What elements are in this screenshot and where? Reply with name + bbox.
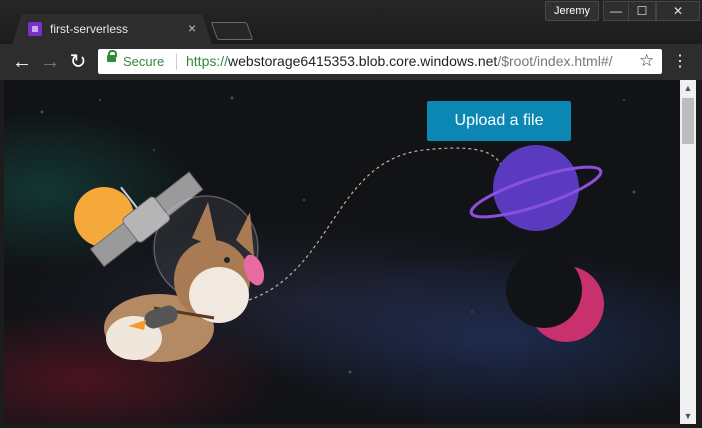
tab-title: first-serverless — [50, 22, 129, 36]
address-bar[interactable]: Secure https://webstorage6415353.blob.co… — [98, 49, 662, 74]
space-illustration — [40, 96, 636, 374]
browser-toolbar: ← → ↻ Secure https://webstorage6415353.b… — [0, 44, 702, 80]
window-frame-right — [696, 80, 702, 424]
orbit-path — [248, 147, 505, 301]
page-viewport: Upload a file — [4, 80, 680, 424]
minimize-button[interactable]: — — [603, 1, 629, 21]
profile-button[interactable]: Jeremy — [545, 1, 599, 21]
serverless-favicon-icon — [28, 22, 42, 36]
new-tab-button[interactable] — [210, 22, 254, 40]
url-path: /$root/index.html#/ — [497, 53, 613, 69]
secure-label[interactable]: Secure — [123, 54, 164, 69]
window-frame-bottom — [0, 424, 702, 428]
scroll-down-arrow-icon[interactable]: ▼ — [680, 408, 696, 424]
close-window-button[interactable]: ✕ — [656, 1, 700, 21]
scroll-up-arrow-icon[interactable]: ▲ — [680, 80, 696, 96]
url-text[interactable]: https://webstorage6415353.blob.core.wind… — [186, 53, 613, 69]
title-bar: first-serverless × Jeremy — ☐ ✕ — [0, 0, 702, 44]
omnibox-divider — [176, 53, 177, 70]
scroll-thumb[interactable] — [682, 98, 694, 144]
lock-icon[interactable] — [107, 50, 117, 62]
reload-icon[interactable]: ↻ — [66, 50, 90, 74]
maximize-button[interactable]: ☐ — [628, 1, 656, 21]
vertical-scrollbar[interactable]: ▲ ▼ — [680, 80, 696, 424]
planet-shape — [469, 145, 603, 231]
url-scheme: https:// — [186, 53, 229, 69]
url-host: webstorage6415353.blob.core.windows.net — [228, 53, 498, 69]
back-arrow-icon[interactable]: ← — [10, 50, 34, 74]
browser-menu-icon[interactable]: ⋮ — [672, 50, 688, 74]
bookmark-star-icon[interactable]: ☆ — [639, 51, 654, 71]
upload-file-button[interactable]: Upload a file — [427, 101, 571, 141]
forward-arrow-icon[interactable]: → — [38, 50, 62, 74]
moon-shape — [506, 252, 604, 342]
browser-tab[interactable]: first-serverless × — [12, 14, 212, 44]
tab-close-icon[interactable]: × — [188, 20, 196, 36]
